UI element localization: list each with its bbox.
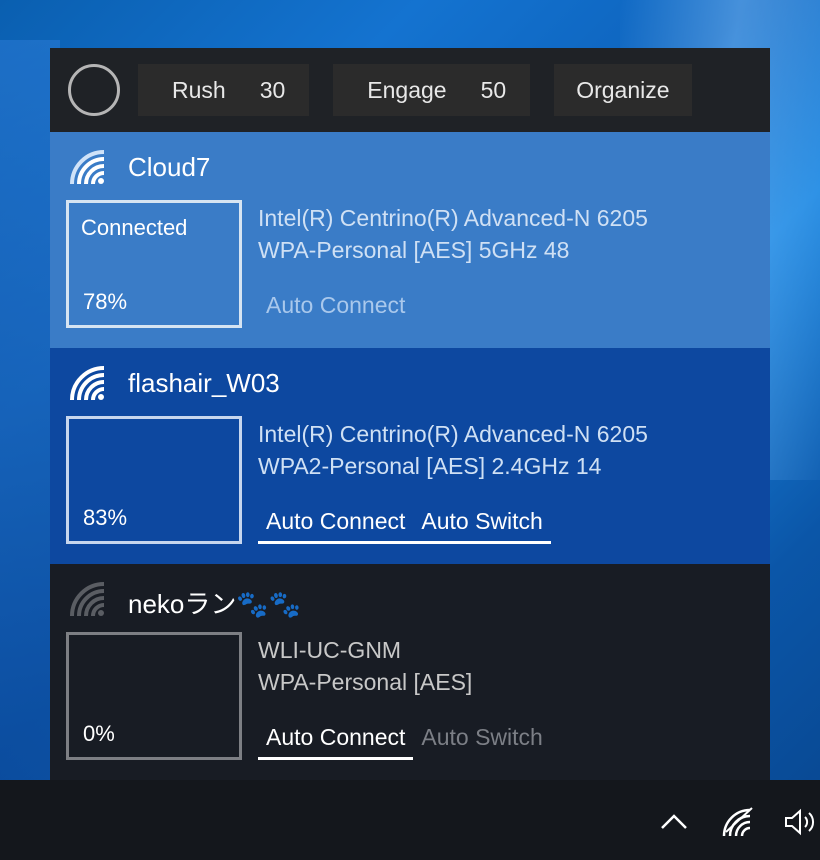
chevron-up-icon[interactable] (654, 802, 694, 842)
wifi-signal-icon (70, 366, 105, 401)
adapter-name: WLI-UC-GNM (258, 637, 402, 663)
security-info: WPA-Personal [AES] (258, 669, 473, 695)
taskbar (0, 780, 820, 860)
network-item-cloud7[interactable]: Cloud7 Connected 78% Intel(R) Centrino(R… (50, 132, 770, 348)
signal-box[interactable]: 0% (66, 632, 242, 760)
signal-percent: 0% (83, 721, 115, 746)
connection-status: Connected (81, 215, 188, 240)
network-info: Intel(R) Centrino(R) Advanced-N 6205 WPA… (258, 418, 648, 482)
signal-box[interactable]: Connected 78% (66, 200, 242, 328)
engage-value: 50 (480, 76, 507, 103)
network-toggles: Auto Connect Auto Switch (258, 720, 551, 760)
network-ssid: flashair_W03 (128, 368, 280, 398)
wifi-signal-icon (70, 150, 105, 185)
security-info: WPA2-Personal [AES] 2.4GHz 14 (258, 453, 602, 479)
adapter-name: Intel(R) Centrino(R) Advanced-N 6205 (258, 421, 648, 447)
auto-connect-toggle[interactable]: Auto Connect (258, 288, 413, 325)
auto-switch-toggle[interactable]: Auto Switch (413, 720, 550, 760)
rush-button[interactable]: Rush 30 (138, 64, 310, 116)
signal-percent: 83% (83, 505, 128, 530)
network-item-neko[interactable]: nekoラン🐾🐾 0% WLI-UC-GNM WPA-Personal [AES… (50, 564, 770, 780)
security-info: WPA-Personal [AES] 5GHz 48 (258, 237, 570, 263)
network-ssid: Cloud7 (128, 152, 211, 182)
network-info: WLI-UC-GNM WPA-Personal [AES] (258, 634, 472, 698)
wifi-flyout: Rush 30 Engage 50 Organize Cloud7 Connec… (50, 48, 770, 780)
organize-label: Organize (576, 76, 670, 103)
auto-connect-toggle[interactable]: Auto Connect (258, 504, 414, 544)
flyout-toolbar: Rush 30 Engage 50 Organize (50, 48, 770, 132)
signal-percent: 78% (83, 289, 128, 314)
rush-value: 30 (259, 76, 286, 103)
engage-label: Engage (367, 76, 447, 103)
network-info: Intel(R) Centrino(R) Advanced-N 6205 WPA… (258, 202, 648, 266)
organize-button[interactable]: Organize (554, 64, 692, 116)
wifi-signal-icon (70, 582, 105, 617)
wifi-icon[interactable] (718, 802, 758, 842)
auto-connect-toggle[interactable]: Auto Connect (258, 720, 414, 760)
adapter-name: Intel(R) Centrino(R) Advanced-N 6205 (258, 205, 648, 231)
refresh-circle-button[interactable] (68, 64, 120, 116)
rush-label: Rush (172, 76, 226, 103)
signal-box[interactable]: 83% (66, 416, 242, 544)
network-ssid: nekoラン🐾🐾 (128, 589, 302, 619)
network-toggles: Auto Connect Auto Switch (258, 504, 551, 544)
auto-switch-toggle[interactable]: Auto Switch (413, 504, 551, 544)
engage-button[interactable]: Engage 50 (333, 64, 531, 116)
network-item-flashair[interactable]: flashair_W03 83% Intel(R) Centrino(R) Ad… (50, 348, 770, 564)
network-toggles: Auto Connect (258, 288, 413, 325)
speaker-icon[interactable] (780, 802, 820, 842)
